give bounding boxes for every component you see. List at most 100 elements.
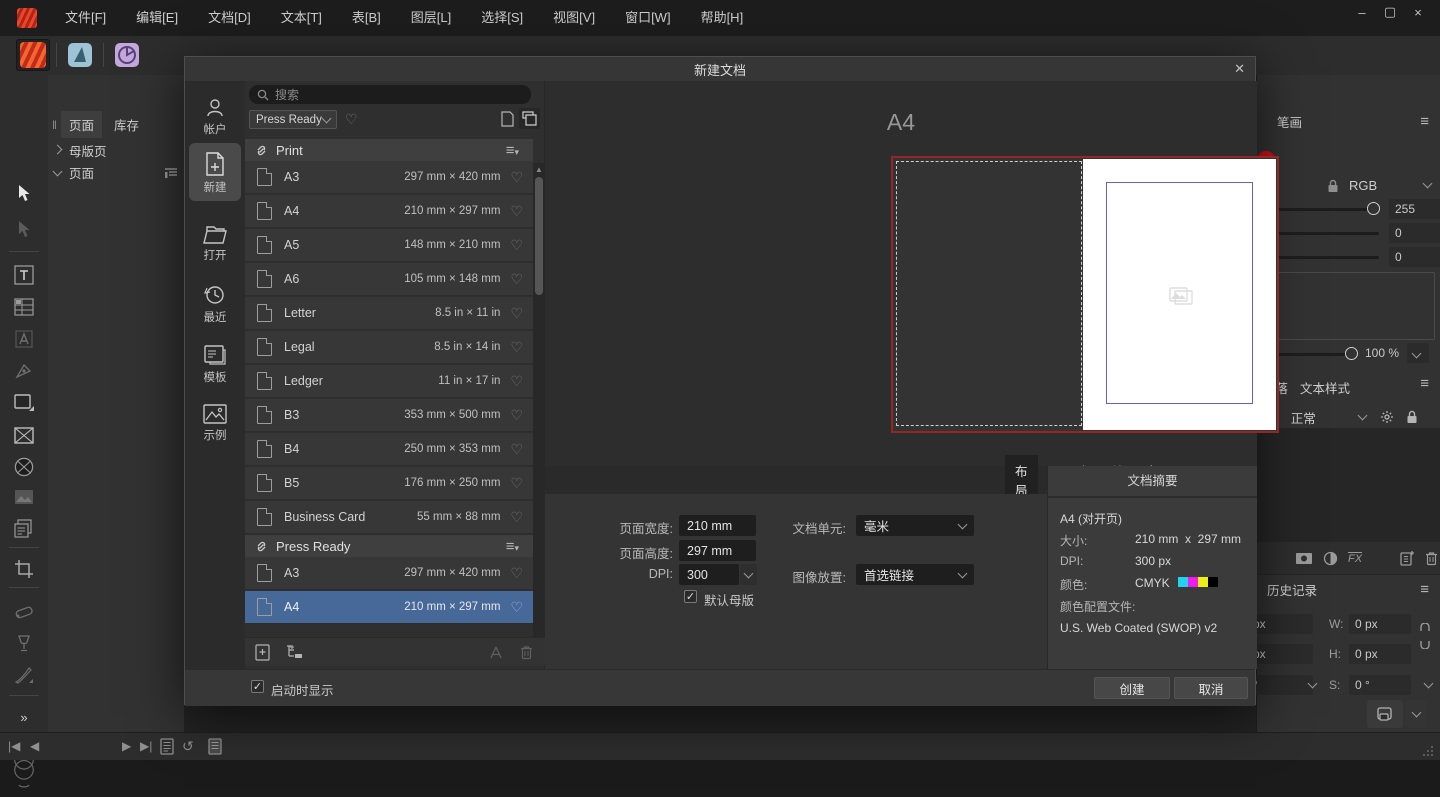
dialog-close-icon[interactable]: ✕ bbox=[1234, 61, 1245, 77]
panel-drag-handle[interactable]: ‖ bbox=[52, 118, 57, 132]
new-category-icon[interactable] bbox=[286, 645, 303, 660]
single-page-view-icon[interactable] bbox=[501, 111, 514, 127]
new-preset-icon[interactable] bbox=[255, 644, 270, 661]
opacity-dropdown[interactable] bbox=[1407, 343, 1429, 363]
show-on-startup-checkbox[interactable]: ✓ bbox=[251, 680, 264, 693]
rectangle-tool[interactable] bbox=[8, 389, 40, 417]
favorite-icon[interactable]: ♡ bbox=[510, 374, 523, 388]
delete-preset-icon[interactable] bbox=[520, 645, 533, 660]
menu-help[interactable]: 帮助[H] bbox=[686, 0, 759, 36]
next-page-button[interactable]: ▶ bbox=[122, 739, 131, 753]
persona-designer-icon[interactable] bbox=[63, 39, 97, 71]
opacity-value[interactable]: 100 % bbox=[1365, 346, 1399, 360]
art-text-tool[interactable] bbox=[8, 325, 40, 353]
chevron-down-icon[interactable] bbox=[1357, 411, 1367, 421]
transform-shear-field[interactable]: 0 ° bbox=[1349, 675, 1411, 695]
master-indicator-icon[interactable] bbox=[164, 167, 178, 179]
menu-table[interactable]: 表[B] bbox=[337, 0, 396, 36]
scroll-up-icon[interactable]: ▲ bbox=[535, 165, 543, 174]
picture-frame-ellipse-tool[interactable] bbox=[8, 453, 40, 481]
favorite-icon[interactable]: ♡ bbox=[510, 306, 523, 320]
preset-row-b3[interactable]: B3 353 mm × 500 mm ♡ bbox=[245, 399, 533, 432]
menu-window[interactable]: 窗口[W] bbox=[610, 0, 686, 36]
last-page-button[interactable]: ▶| bbox=[140, 739, 152, 753]
trash-icon[interactable] bbox=[1425, 551, 1438, 566]
stroke-panel-menu-icon[interactable]: ≡ bbox=[1420, 113, 1429, 130]
dialog-title-bar[interactable]: 新建文档 ✕ bbox=[185, 57, 1255, 82]
eraser-tool[interactable] bbox=[8, 597, 40, 625]
preset-row-press-a3[interactable]: A3 297 mm × 420 mm ♡ bbox=[245, 557, 533, 590]
nav-samples[interactable]: 示例 bbox=[189, 403, 241, 443]
red-slider-knob[interactable] bbox=[1367, 202, 1380, 215]
chevron-down-icon[interactable] bbox=[1424, 679, 1434, 689]
tree-master-pages[interactable]: 母版页 bbox=[69, 141, 107, 160]
tab-text-styles[interactable]: 文本样式 bbox=[1300, 378, 1350, 397]
preset-row-a5[interactable]: A5 148 mm × 210 mm ♡ bbox=[245, 229, 533, 262]
preset-row-business-card[interactable]: Business Card 55 mm × 88 mm ♡ bbox=[245, 501, 533, 534]
blend-mode-select[interactable]: 正常 bbox=[1291, 408, 1353, 427]
preset-row-a6[interactable]: A6 105 mm × 148 mm ♡ bbox=[245, 263, 533, 296]
transform-w-field[interactable]: 0 px bbox=[1349, 614, 1411, 634]
more-tools-button[interactable]: » bbox=[8, 703, 40, 731]
favorite-icon[interactable]: ♡ bbox=[510, 566, 523, 580]
crop-tool[interactable] bbox=[8, 555, 40, 583]
window-minimize-icon[interactable]: – bbox=[1348, 5, 1376, 20]
preset-row-b5[interactable]: B5 176 mm × 250 mm ♡ bbox=[245, 467, 533, 500]
preset-row-b4[interactable]: B4 250 mm × 353 mm ♡ bbox=[245, 433, 533, 466]
blue-value[interactable]: 0 bbox=[1389, 247, 1440, 267]
favorite-icon[interactable]: ♡ bbox=[510, 340, 523, 354]
picture-frame-rect-tool[interactable] bbox=[8, 421, 40, 449]
section-header-print[interactable]: Print ≡▾ bbox=[245, 139, 533, 161]
sync-pages-icon[interactable]: ↺ bbox=[182, 738, 194, 755]
spread-view-icon[interactable] bbox=[519, 108, 540, 129]
add-layer-icon[interactable] bbox=[1400, 550, 1415, 566]
move-tool[interactable] bbox=[8, 179, 40, 207]
fx-icon[interactable]: FX bbox=[1348, 552, 1362, 565]
layers-list[interactable] bbox=[1257, 428, 1440, 542]
text-panel-menu-icon[interactable]: ≡ bbox=[1420, 375, 1429, 392]
favorite-icon[interactable]: ♡ bbox=[510, 170, 523, 184]
section-header-press-ready[interactable]: Press Ready ≡▾ bbox=[245, 535, 533, 557]
publications-tool[interactable] bbox=[8, 515, 40, 543]
first-page-button[interactable]: |◀ bbox=[8, 739, 20, 753]
cancel-button[interactable]: 取消 bbox=[1174, 677, 1248, 699]
menu-layer[interactable]: 图层[L] bbox=[396, 0, 466, 36]
history-panel-menu-icon[interactable]: ≡ bbox=[1420, 581, 1429, 598]
adjustment-icon[interactable] bbox=[1323, 551, 1338, 566]
layer-mask-icon[interactable] bbox=[1295, 552, 1313, 565]
page-list-icon[interactable] bbox=[160, 738, 175, 755]
fill-tool[interactable] bbox=[8, 629, 40, 657]
gear-icon[interactable] bbox=[1380, 410, 1394, 424]
page-preview-icon[interactable] bbox=[208, 738, 223, 755]
resize-grip[interactable] bbox=[1422, 745, 1434, 757]
persona-publisher-icon[interactable] bbox=[16, 39, 50, 71]
preset-row-legal[interactable]: Legal 8.5 in × 14 in ♡ bbox=[245, 331, 533, 364]
window-close-icon[interactable]: × bbox=[1404, 5, 1432, 20]
dpi-input[interactable] bbox=[679, 564, 739, 585]
vector-brush-tool[interactable] bbox=[8, 661, 40, 689]
page-width-input[interactable] bbox=[679, 515, 756, 536]
placement-dropdown[interactable]: 首选链接 bbox=[856, 564, 974, 585]
favorite-icon[interactable]: ♡ bbox=[510, 476, 523, 490]
nav-templates[interactable]: 模板 bbox=[189, 343, 241, 385]
favorite-icon[interactable]: ♡ bbox=[510, 204, 523, 218]
lock-icon[interactable] bbox=[1327, 179, 1339, 193]
insert-target-dropdown[interactable] bbox=[1405, 700, 1427, 728]
nav-open[interactable]: 打开 bbox=[189, 223, 241, 263]
lock-icon[interactable] bbox=[1406, 410, 1418, 424]
preset-row-a3[interactable]: A3 297 mm × 420 mm ♡ bbox=[245, 161, 533, 194]
place-image-tool[interactable] bbox=[8, 483, 40, 511]
tab-pages[interactable]: 页面 bbox=[61, 111, 102, 138]
tree-pages[interactable]: 页面 bbox=[69, 163, 156, 182]
preset-row-a4[interactable]: A4 210 mm × 297 mm ♡ bbox=[245, 195, 533, 228]
persona-photo-icon[interactable] bbox=[110, 39, 144, 71]
menu-edit[interactable]: 编辑[E] bbox=[121, 0, 193, 36]
opacity-slider-knob[interactable] bbox=[1345, 347, 1358, 360]
frame-text-tool[interactable] bbox=[8, 261, 40, 289]
dpi-dropdown-icon[interactable] bbox=[740, 564, 757, 585]
page-height-input[interactable] bbox=[679, 540, 756, 561]
chevron-down-icon[interactable] bbox=[53, 166, 63, 176]
color-box[interactable] bbox=[1257, 272, 1435, 340]
node-tool[interactable] bbox=[8, 215, 40, 243]
section-menu-icon[interactable]: ≡▾ bbox=[506, 538, 519, 555]
